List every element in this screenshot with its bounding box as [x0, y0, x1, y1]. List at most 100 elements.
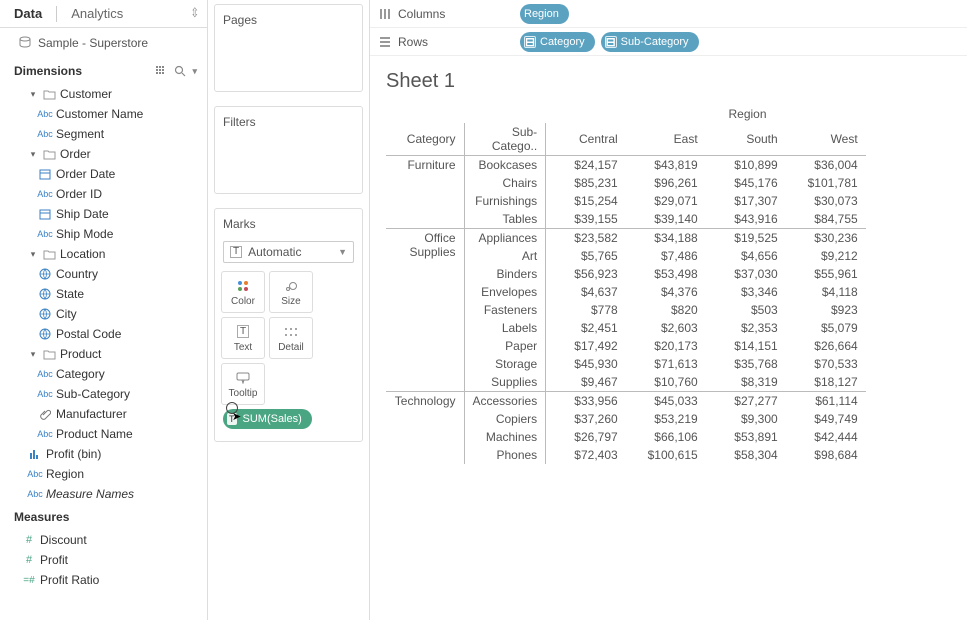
cell-value[interactable]: $2,451 — [546, 319, 626, 337]
header-category[interactable]: Category — [386, 123, 464, 156]
cell-value[interactable]: $9,212 — [786, 247, 866, 265]
marks-color-button[interactable]: Color — [221, 271, 265, 313]
cell-subcategory[interactable]: Appliances — [464, 229, 546, 248]
cell-subcategory[interactable]: Labels — [464, 319, 546, 337]
marks-tooltip-button[interactable]: Tooltip — [221, 363, 265, 405]
cell-value[interactable]: $30,236 — [786, 229, 866, 248]
field-city[interactable]: City — [10, 304, 201, 324]
tab-dropdown-caret-icon[interactable]: ⇳ — [191, 6, 199, 20]
cell-value[interactable]: $39,155 — [546, 210, 626, 229]
cell-value[interactable]: $71,613 — [626, 355, 706, 373]
cell-category[interactable]: Technology — [386, 392, 464, 465]
cell-subcategory[interactable]: Phones — [464, 446, 546, 464]
cell-value[interactable]: $39,140 — [626, 210, 706, 229]
cell-value[interactable]: $61,114 — [786, 392, 866, 411]
cell-value[interactable]: $42,444 — [786, 428, 866, 446]
field-country[interactable]: Country — [10, 264, 201, 284]
rows-shelf[interactable]: Rows ⊟Category⊟Sub-Category — [370, 28, 967, 56]
menu-caret-icon[interactable]: ▾ — [192, 66, 197, 77]
cell-value[interactable]: $26,664 — [786, 337, 866, 355]
cell-value[interactable]: $30,073 — [786, 192, 866, 210]
cell-value[interactable]: $43,819 — [626, 156, 706, 175]
cell-value[interactable]: $29,071 — [626, 192, 706, 210]
cell-value[interactable]: $98,684 — [786, 446, 866, 464]
cell-value[interactable]: $72,403 — [546, 446, 626, 464]
cell-value[interactable]: $96,261 — [626, 174, 706, 192]
cell-value[interactable]: $19,525 — [706, 229, 786, 248]
datasource-row[interactable]: Sample - Superstore — [0, 28, 207, 58]
filters-shelf[interactable]: Filters — [214, 106, 363, 194]
pill-category[interactable]: ⊟Category — [520, 32, 595, 52]
cell-value[interactable]: $4,656 — [706, 247, 786, 265]
field-profit (bin)[interactable]: Profit (bin) — [10, 444, 201, 464]
cell-value[interactable]: $778 — [546, 301, 626, 319]
cell-value[interactable]: $56,923 — [546, 265, 626, 283]
measure-profit ratio[interactable]: =#Profit Ratio — [10, 570, 201, 590]
header-region-central[interactable]: Central — [546, 123, 626, 156]
cell-value[interactable]: $55,961 — [786, 265, 866, 283]
folder-order[interactable]: ▾Order — [10, 144, 201, 164]
cell-value[interactable]: $33,956 — [546, 392, 626, 411]
sheet-title[interactable]: Sheet 1 — [386, 70, 951, 93]
cell-value[interactable]: $101,781 — [786, 174, 866, 192]
cell-value[interactable]: $26,797 — [546, 428, 626, 446]
field-order date[interactable]: Order Date — [10, 164, 201, 184]
header-region-east[interactable]: East — [626, 123, 706, 156]
search-icon[interactable] — [174, 65, 186, 77]
cell-value[interactable]: $34,188 — [626, 229, 706, 248]
cell-subcategory[interactable]: Chairs — [464, 174, 546, 192]
cell-subcategory[interactable]: Accessories — [464, 392, 546, 411]
cell-value[interactable]: $37,030 — [706, 265, 786, 283]
cell-value[interactable]: $45,930 — [546, 355, 626, 373]
cell-subcategory[interactable]: Tables — [464, 210, 546, 229]
marks-pill-sum-sales[interactable]: T SUM(Sales) — [223, 409, 312, 429]
cell-value[interactable]: $5,079 — [786, 319, 866, 337]
marks-detail-button[interactable]: Detail — [269, 317, 313, 359]
cell-value[interactable]: $17,492 — [546, 337, 626, 355]
cell-subcategory[interactable]: Paper — [464, 337, 546, 355]
header-region-south[interactable]: South — [706, 123, 786, 156]
pill-sub-category[interactable]: ⊟Sub-Category — [601, 32, 699, 52]
measure-profit[interactable]: #Profit — [10, 550, 201, 570]
cell-value[interactable]: $45,033 — [626, 392, 706, 411]
cell-value[interactable]: $49,749 — [786, 410, 866, 428]
cell-value[interactable]: $7,486 — [626, 247, 706, 265]
cell-subcategory[interactable]: Fasteners — [464, 301, 546, 319]
cell-value[interactable]: $4,118 — [786, 283, 866, 301]
cell-value[interactable]: $9,467 — [546, 373, 626, 392]
field-customer name[interactable]: AbcCustomer Name — [10, 104, 201, 124]
header-region-west[interactable]: West — [786, 123, 866, 156]
field-postal code[interactable]: Postal Code — [10, 324, 201, 344]
tab-analytics[interactable]: Analytics — [57, 0, 137, 27]
field-sub-category[interactable]: AbcSub-Category — [10, 384, 201, 404]
field-measure names[interactable]: AbcMeasure Names — [10, 484, 201, 504]
cell-value[interactable]: $24,157 — [546, 156, 626, 175]
pill-region[interactable]: Region — [520, 4, 569, 24]
field-ship date[interactable]: Ship Date — [10, 204, 201, 224]
field-state[interactable]: State — [10, 284, 201, 304]
cell-value[interactable]: $35,768 — [706, 355, 786, 373]
cell-value[interactable]: $23,582 — [546, 229, 626, 248]
cell-value[interactable]: $9,300 — [706, 410, 786, 428]
cell-value[interactable]: $14,151 — [706, 337, 786, 355]
cell-value[interactable]: $53,891 — [706, 428, 786, 446]
cell-value[interactable]: $84,755 — [786, 210, 866, 229]
cell-value[interactable]: $20,173 — [626, 337, 706, 355]
cell-value[interactable]: $58,304 — [706, 446, 786, 464]
field-category[interactable]: AbcCategory — [10, 364, 201, 384]
cell-category[interactable]: OfficeSupplies — [386, 229, 464, 392]
cell-subcategory[interactable]: Furnishings — [464, 192, 546, 210]
cell-value[interactable]: $45,176 — [706, 174, 786, 192]
cell-value[interactable]: $2,353 — [706, 319, 786, 337]
cell-value[interactable]: $85,231 — [546, 174, 626, 192]
cell-subcategory[interactable]: Supplies — [464, 373, 546, 392]
cell-value[interactable]: $27,277 — [706, 392, 786, 411]
field-product name[interactable]: AbcProduct Name — [10, 424, 201, 444]
folder-product[interactable]: ▾Product — [10, 344, 201, 364]
cell-value[interactable]: $503 — [706, 301, 786, 319]
cell-value[interactable]: $5,765 — [546, 247, 626, 265]
cell-value[interactable]: $18,127 — [786, 373, 866, 392]
folder-location[interactable]: ▾Location — [10, 244, 201, 264]
header-subcategory[interactable]: Sub-Catego.. — [464, 123, 546, 156]
marks-text-button[interactable]: T Text — [221, 317, 265, 359]
